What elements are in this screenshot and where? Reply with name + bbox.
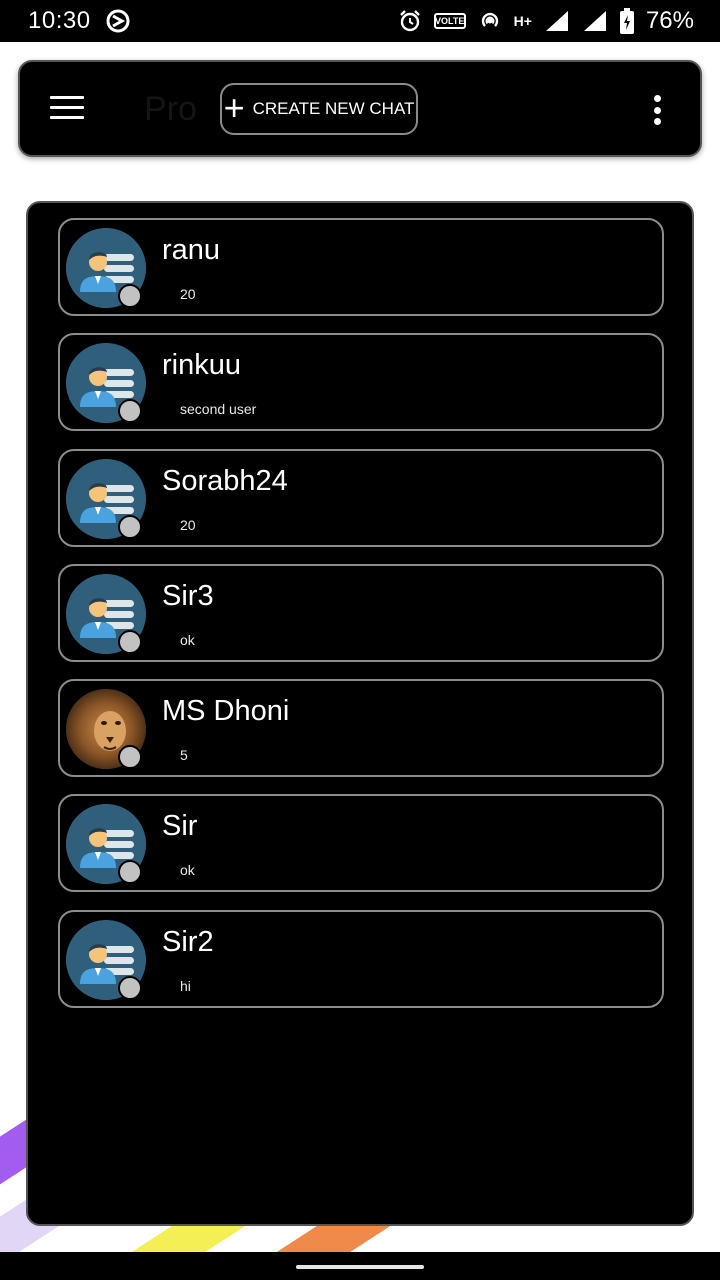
chat-name: Sir3 <box>162 579 214 612</box>
status-bar: 10:30 VOLTE H+ 76% <box>0 0 720 42</box>
chat-list-item-7[interactable]: Sir2 hi <box>58 909 664 1008</box>
online-status-dot <box>118 629 142 654</box>
alarm-icon <box>398 9 422 33</box>
chat-list-item-3[interactable]: Sorabh24 20 <box>58 448 664 547</box>
status-time: 10:30 <box>28 7 91 34</box>
battery-charging-icon <box>619 8 634 34</box>
online-status-dot <box>118 745 142 770</box>
hamburger-menu-icon[interactable] <box>50 96 84 122</box>
app-title: Pro <box>144 90 197 128</box>
battery-percent: 76% <box>645 7 694 34</box>
chat-last-message: 20 <box>180 286 196 302</box>
chat-list-item-2[interactable]: rinkuu second user <box>58 333 664 432</box>
chat-last-message: hi <box>180 977 191 994</box>
online-status-dot <box>118 975 142 1000</box>
chat-name: Sorabh24 <box>162 464 288 497</box>
chat-list-item-6[interactable]: Sir ok <box>58 794 664 893</box>
chat-name: MS Dhoni <box>162 695 290 728</box>
chat-list-panel: ranu 20 rinkuu second user Sorabh24 20 S… <box>26 201 694 1226</box>
chat-list-item-5[interactable]: MS Dhoni 5 <box>58 679 664 778</box>
hotspot-icon <box>478 9 502 33</box>
online-status-dot <box>118 399 142 424</box>
create-new-chat-label: CREATE NEW CHAT <box>252 99 415 118</box>
chat-last-message: second user <box>180 401 257 418</box>
chat-name: Sir2 <box>162 925 214 958</box>
top-app-bar: Pro + CREATE NEW CHAT <box>18 60 702 157</box>
chat-last-message: 5 <box>180 747 188 764</box>
online-status-dot <box>118 284 142 308</box>
app-notification-icon <box>105 8 131 34</box>
chat-last-message: ok <box>180 631 195 648</box>
chat-list: ranu 20 rinkuu second user Sorabh24 20 S… <box>58 218 664 1025</box>
network-type-icon: H+ <box>513 13 532 29</box>
volte-icon: VOLTE <box>433 13 466 29</box>
chat-last-message: ok <box>180 862 195 879</box>
home-gesture-handle[interactable] <box>296 1265 424 1269</box>
signal-2-icon <box>582 9 608 33</box>
chat-name: rinkuu <box>162 349 241 382</box>
create-new-chat-button[interactable]: + CREATE NEW CHAT <box>220 83 418 135</box>
chat-last-message: 20 <box>180 516 196 533</box>
signal-icon <box>544 9 570 33</box>
plus-icon: + <box>223 87 245 128</box>
chat-name: Sir <box>162 810 198 843</box>
navigation-bar <box>0 1252 720 1280</box>
chat-name: ranu <box>162 234 221 266</box>
online-status-dot <box>118 860 142 885</box>
chat-list-item-1[interactable]: ranu 20 <box>58 218 664 316</box>
online-status-dot <box>118 514 142 539</box>
more-options-icon[interactable] <box>652 95 662 125</box>
chat-list-item-4[interactable]: Sir3 ok <box>58 563 664 662</box>
